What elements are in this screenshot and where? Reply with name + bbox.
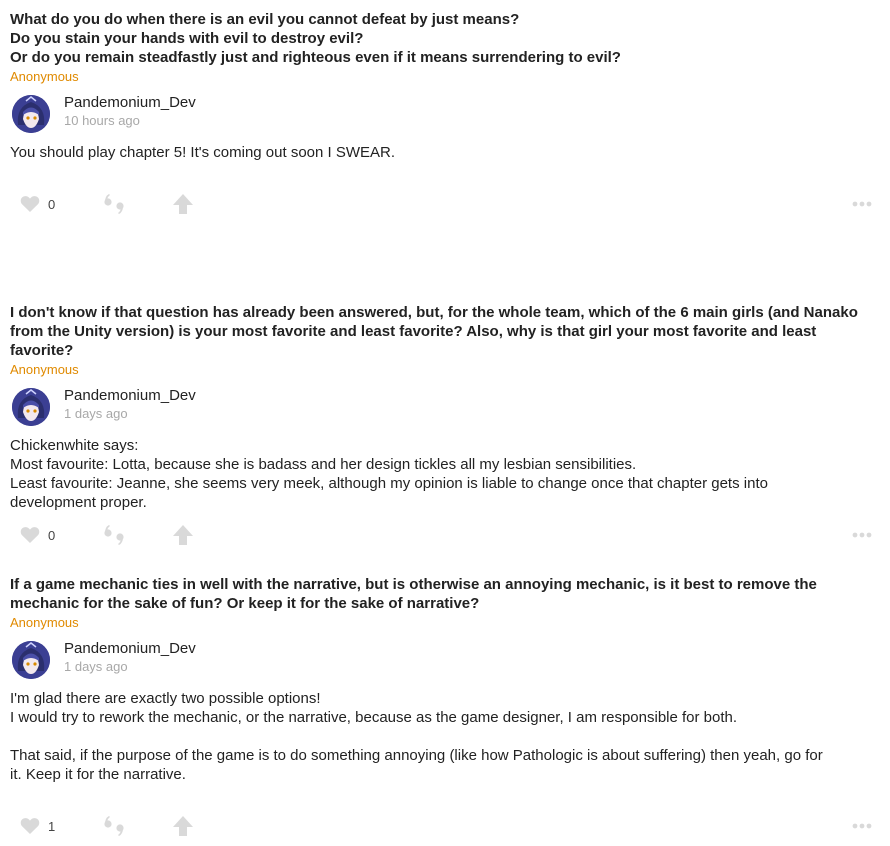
asker-link[interactable]: Anonymous [10,69,79,85]
avatar[interactable] [12,95,50,133]
question-line: from the Unity version) is your most fav… [10,323,817,359]
answer-line: Most favourite: Lotta, because she is ba… [10,456,637,473]
share-button[interactable] [172,192,194,216]
heart-icon [20,196,40,212]
quote-icon [104,194,124,214]
answer-line: Chickenwhite says: [10,437,139,454]
arrow-up-icon [173,816,193,836]
quote-icon [104,525,124,545]
answer-line [10,727,880,746]
author-row: Pandemonium_Dev 1 days ago [10,636,880,680]
action-bar: 0 [20,523,872,553]
share-button[interactable] [172,814,194,838]
answer-line: I'm glad there are exactly two possible … [10,690,321,707]
avatar[interactable] [12,388,50,426]
more-button[interactable] [852,523,872,547]
like-button[interactable]: 0 [20,523,55,547]
more-dots-icon [852,532,872,538]
more-dots-icon [852,201,872,207]
question-line: What do you do when there is an evil you… [10,11,520,28]
like-button[interactable]: 1 [20,814,55,838]
more-button[interactable] [852,192,872,216]
post-card: If a game mechanic ties in well with the… [10,575,880,784]
share-button[interactable] [172,523,194,547]
timestamp: 1 days ago [64,659,128,674]
answer-text: I'm glad there are exactly two possible … [10,689,880,784]
asker-link[interactable]: Anonymous [10,362,79,378]
answer-line: Least favourite: Jeanne, she seems very … [10,475,768,492]
heart-icon [20,527,40,543]
comment-button[interactable] [103,814,125,838]
action-bar: 1 [20,814,872,844]
like-count: 1 [48,818,56,834]
answer-text: Chickenwhite says: Most favourite: Lotta… [10,436,880,512]
timestamp: 1 days ago [64,406,128,421]
post-card: I don't know if that question has alread… [10,303,880,512]
more-button[interactable] [852,814,872,838]
author-row: Pandemonium_Dev 10 hours ago [10,90,880,134]
arrow-up-icon [173,194,193,214]
question-line: If a game mechanic ties in well with the… [10,576,817,593]
asker-link[interactable]: Anonymous [10,615,79,631]
question-line: Do you stain your hands with evil to des… [10,30,364,47]
comment-button[interactable] [103,192,125,216]
question-text: I don't know if that question has alread… [10,303,880,360]
answer-line: development proper. [10,494,147,511]
question-text: What do you do when there is an evil you… [10,10,880,67]
author-name[interactable]: Pandemonium_Dev [64,640,196,658]
action-bar: 0 [20,192,872,222]
author-name[interactable]: Pandemonium_Dev [64,387,196,405]
quote-icon [104,816,124,836]
avatar[interactable] [12,641,50,679]
like-count: 0 [48,196,56,212]
author-name[interactable]: Pandemonium_Dev [64,94,196,112]
question-line: I don't know if that question has alread… [10,304,858,321]
post-card: What do you do when there is an evil you… [10,10,880,162]
question-line: Or do you remain steadfastly just and ri… [10,49,621,66]
more-dots-icon [852,823,872,829]
heart-icon [20,818,40,834]
author-row: Pandemonium_Dev 1 days ago [10,383,880,427]
like-count: 0 [48,527,56,543]
answer-line: You should play chapter 5! It's coming o… [10,144,396,161]
answer-line: I would try to rework the mechanic, or t… [10,709,738,726]
answer-line: it. Keep it for the narrative. [10,766,186,783]
arrow-up-icon [173,525,193,545]
like-button[interactable]: 0 [20,192,55,216]
question-text: If a game mechanic ties in well with the… [10,575,880,613]
comment-button[interactable] [103,523,125,547]
question-line: mechanic for the sake of fun? Or keep it… [10,595,480,612]
timestamp: 10 hours ago [64,113,140,128]
answer-line: That said, if the purpose of the game is… [10,747,823,764]
answer-text: You should play chapter 5! It's coming o… [10,143,880,162]
